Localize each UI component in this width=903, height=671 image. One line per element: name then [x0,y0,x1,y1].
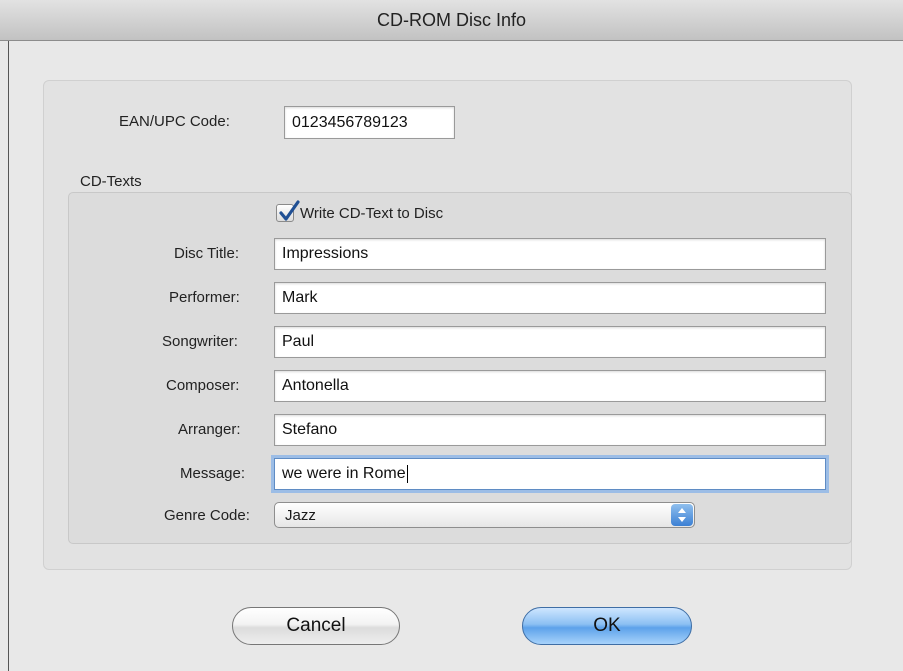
message-field[interactable]: we were in Rome [274,458,826,490]
disc-title-field[interactable]: Impressions [274,238,826,270]
genre-label: Genre Code: [164,507,250,524]
songwriter-field[interactable]: Paul [274,326,826,358]
arranger-label: Arranger: [178,421,241,438]
performer-field[interactable]: Mark [274,282,826,314]
title-bar: CD-ROM Disc Info [0,0,903,41]
cd-texts-section-title: CD-Texts [80,173,142,190]
ean-code-field[interactable]: 0123456789123 [284,106,455,139]
write-cd-text-checkbox[interactable] [276,200,300,222]
ok-button[interactable]: OK [522,607,692,645]
composer-field[interactable]: Antonella [274,370,826,402]
select-arrows-icon [671,504,693,526]
composer-label: Composer: [166,377,240,394]
ean-label: EAN/UPC Code: [119,113,230,130]
window-title: CD-ROM Disc Info [376,9,526,30]
message-label: Message: [180,465,246,482]
genre-selected-value: Jazz [285,506,316,524]
cancel-button[interactable]: Cancel [232,607,400,645]
checkmark-icon [279,200,300,221]
write-cd-text-label[interactable]: Write CD-Text to Disc [300,205,443,222]
performer-label: Performer: [169,289,240,306]
text-caret [406,465,408,483]
disc-title-label: Disc Title: [174,245,240,262]
songwriter-label: Songwriter: [162,333,238,350]
arranger-field[interactable]: Stefano [274,414,826,446]
message-value: we were in Rome [282,465,406,482]
genre-select[interactable]: Jazz [274,502,695,528]
